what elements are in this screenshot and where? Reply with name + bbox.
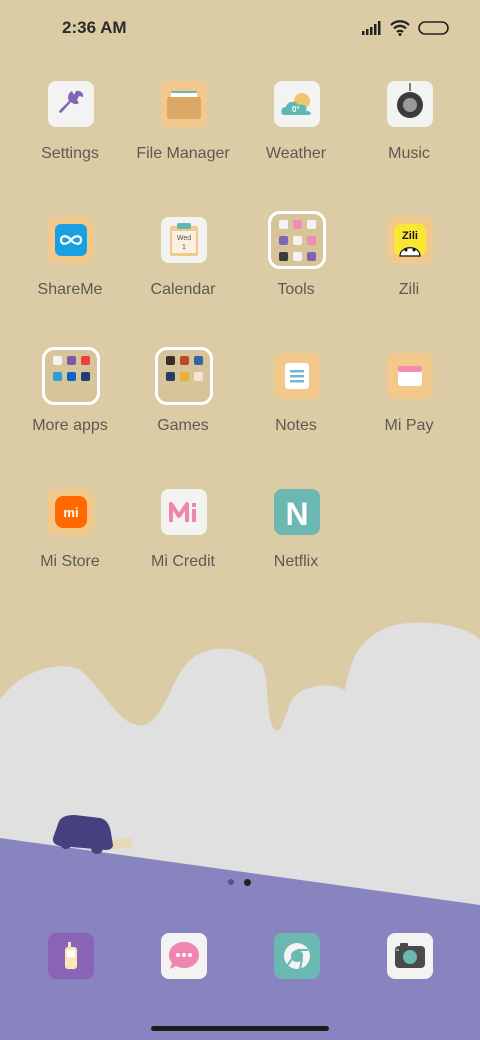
speaker-icon: [387, 81, 433, 127]
app-label: Mi Pay: [384, 417, 434, 434]
app-label: Calendar: [150, 281, 216, 298]
app-label: Mi Store: [40, 553, 100, 570]
page-dot-1[interactable]: [228, 879, 234, 885]
page-dot-2[interactable]: [244, 879, 251, 886]
app-label: Notes: [275, 417, 317, 434]
status-icons: [362, 18, 450, 38]
camera-icon: [387, 933, 433, 979]
calendar-icon: Wed 1: [161, 217, 207, 263]
app-weather[interactable]: 0° Weather: [241, 81, 351, 191]
netflix-logo: N: [285, 496, 308, 532]
app-file-manager[interactable]: File Manager: [128, 81, 238, 191]
mi-credit-icon: [161, 489, 207, 535]
app-mi-store[interactable]: mi Mi Store: [15, 489, 125, 599]
folder-games[interactable]: Games: [128, 347, 238, 463]
mi-logo: mi: [63, 505, 78, 520]
app-label: Tools: [277, 281, 315, 298]
app-mi-pay[interactable]: Mi Pay: [354, 353, 464, 463]
home-gesture-bar[interactable]: [151, 1026, 329, 1031]
folder-icon: [155, 347, 213, 405]
mi-logo-icon: mi: [48, 489, 94, 535]
app-label: File Manager: [136, 145, 230, 162]
app-label: Netflix: [273, 553, 319, 570]
folder-icon: [161, 81, 207, 127]
wallet-icon: [387, 353, 433, 399]
settings-icon: [48, 81, 94, 127]
note-icon: [274, 353, 320, 399]
app-label: Games: [157, 417, 209, 434]
phone-icon: [48, 933, 94, 979]
cloud-sun-icon: 0°: [274, 81, 320, 127]
calendar-date: 1: [182, 244, 186, 251]
battery-icon: [418, 21, 449, 35]
app-label: Zili: [398, 281, 420, 298]
app-notes[interactable]: Notes: [241, 353, 351, 463]
status-bar: 2:36 AM: [0, 0, 480, 56]
signal-icon: [362, 21, 381, 35]
app-netflix[interactable]: N Netflix: [241, 489, 351, 599]
app-settings[interactable]: Settings: [15, 81, 125, 191]
app-music[interactable]: Music: [354, 81, 464, 191]
dock-camera[interactable]: [387, 933, 433, 979]
status-time: 2:36 AM: [62, 18, 127, 37]
zili-icon: Zili: [387, 217, 433, 263]
infinity-icon: [48, 217, 94, 263]
dock-messages[interactable]: [161, 933, 207, 979]
app-calendar[interactable]: Wed 1 Calendar: [128, 217, 238, 327]
app-label: Music: [388, 145, 430, 162]
chrome-icon: [274, 933, 320, 979]
app-shareme[interactable]: ShareMe: [15, 217, 125, 327]
chat-bubble-icon: [161, 933, 207, 979]
folder-icon: [42, 347, 100, 405]
folder-tools[interactable]: Tools: [241, 211, 351, 327]
app-label: More apps: [32, 417, 108, 434]
app-label: Settings: [41, 145, 99, 162]
dock-phone[interactable]: [48, 933, 94, 979]
page-indicator: [228, 879, 251, 886]
calendar-day: Wed: [177, 235, 191, 242]
zili-logo: Zili: [402, 230, 418, 242]
app-label: Mi Credit: [150, 553, 215, 570]
app-mi-credit[interactable]: Mi Credit: [128, 489, 238, 599]
folder-more-apps[interactable]: More apps: [15, 347, 125, 463]
folder-icon: [268, 211, 326, 269]
app-label: ShareMe: [37, 281, 103, 298]
weather-temp: 0°: [292, 105, 300, 114]
netflix-icon: N: [274, 489, 320, 535]
wifi-icon: [390, 20, 410, 36]
app-zili[interactable]: Zili Zili: [354, 217, 464, 327]
dock-browser[interactable]: [274, 933, 320, 979]
app-label: Weather: [265, 145, 327, 162]
